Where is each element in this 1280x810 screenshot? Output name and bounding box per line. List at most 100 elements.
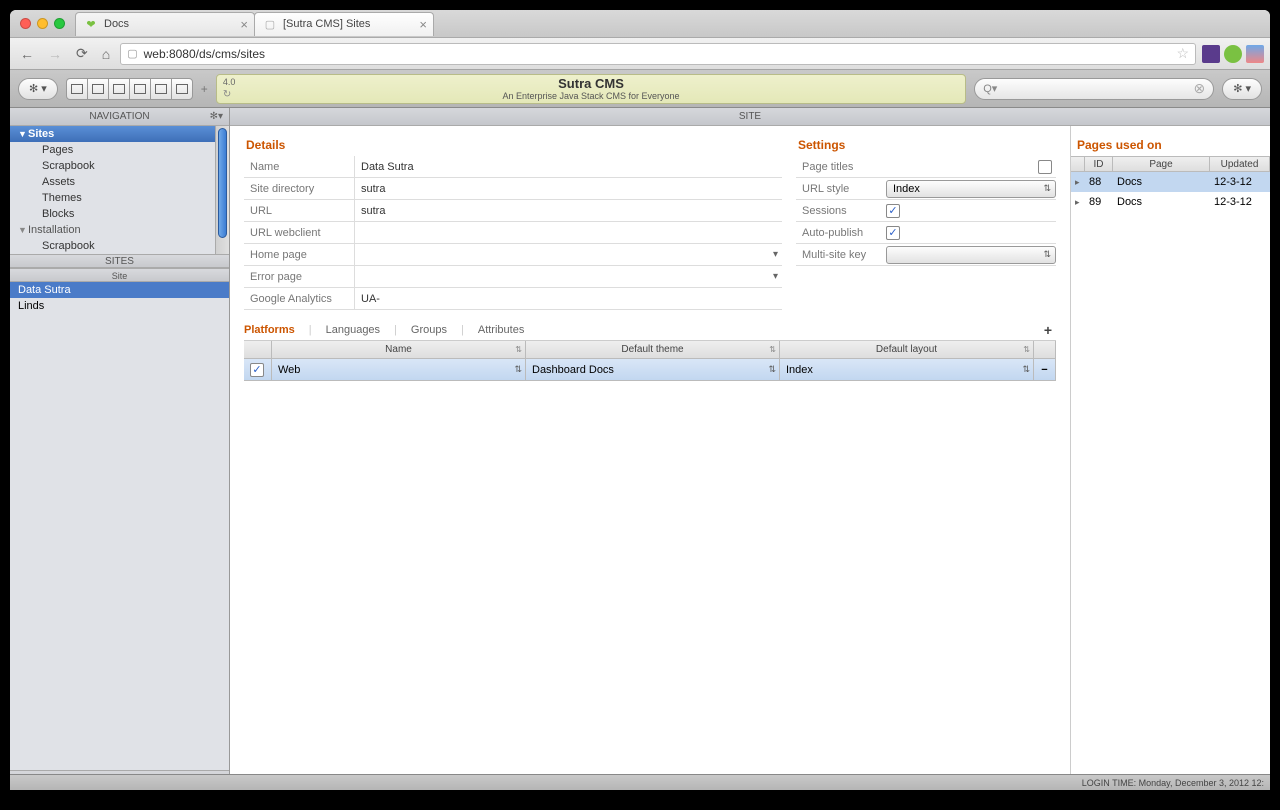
url-text: web:8080/ds/cms/sites	[144, 47, 265, 61]
multisite-select[interactable]	[886, 246, 1056, 264]
platform-layout-cell[interactable]: Index	[780, 359, 1034, 380]
status-bar: LOGIN TIME: Monday, December 3, 2012 12:	[10, 774, 1270, 790]
url-bar[interactable]: ▢ web:8080/ds/cms/sites ☆	[120, 43, 1196, 65]
tree-item-scrapbook[interactable]: Scrapbook	[10, 238, 215, 254]
add-platform-button[interactable]: +	[1044, 322, 1052, 338]
pages-used-row[interactable]: ▸ 89 Docs 12-3-12	[1071, 192, 1270, 212]
add-layout-button[interactable]: +	[201, 82, 208, 96]
divider: |	[309, 324, 312, 336]
tree-group-installation[interactable]: ▼ Installation	[10, 222, 215, 238]
tree-item-blocks[interactable]: Blocks	[10, 206, 215, 222]
tree-item-scrapbook[interactable]: Scrapbook	[10, 158, 215, 174]
label: URL webclient	[244, 227, 354, 239]
pages-used-row[interactable]: ▸ 88 Docs 12-3-12	[1071, 172, 1270, 192]
layout-button[interactable]	[87, 78, 109, 100]
layout-button[interactable]	[66, 78, 88, 100]
column-default-theme[interactable]: Default theme	[526, 341, 780, 358]
tree-item-assets[interactable]: Assets	[10, 174, 215, 190]
field-home-page: Home page ▾	[244, 244, 782, 266]
error-page-select[interactable]: ▾	[354, 266, 782, 287]
close-tab-icon[interactable]: ×	[240, 17, 248, 32]
close-tab-icon[interactable]: ×	[419, 17, 427, 32]
search-input[interactable]: Q▾ ⊗	[974, 78, 1214, 100]
layout-button[interactable]	[171, 78, 193, 100]
field-sessions: Sessions ✓	[796, 200, 1056, 222]
expand-icon[interactable]: ▸	[1071, 197, 1085, 208]
tree-item-pages[interactable]: Pages	[10, 142, 215, 158]
column-check[interactable]	[244, 341, 272, 358]
column-page[interactable]: Page	[1113, 157, 1210, 171]
page-icon: ▢	[127, 47, 137, 60]
site-row[interactable]: Data Sutra	[10, 282, 229, 298]
label: Multi-site key	[796, 249, 886, 261]
column-delete	[1034, 341, 1056, 358]
tree-item-themes[interactable]: Themes	[10, 190, 215, 206]
clear-search-icon[interactable]: ⊗	[1193, 80, 1205, 97]
tab-languages[interactable]: Languages	[326, 324, 380, 336]
scrollbar[interactable]	[215, 126, 229, 254]
page-titles-input[interactable]	[886, 156, 1034, 177]
reload-icon[interactable]: ↻	[223, 89, 231, 100]
extension-icon[interactable]	[1224, 45, 1242, 63]
action-menu-button[interactable]: ✻ ▾	[1222, 78, 1262, 100]
layout-button[interactable]	[150, 78, 172, 100]
column-name[interactable]: Name	[272, 341, 526, 358]
page-icon: ▢	[263, 17, 277, 31]
chevron-down-icon: ▼	[18, 225, 28, 235]
gear-menu-button[interactable]: ✻ ▾	[18, 78, 58, 100]
column-id[interactable]: ID	[1085, 157, 1113, 171]
platform-theme-cell[interactable]: Dashboard Docs	[526, 359, 780, 380]
url-webclient-input[interactable]	[354, 222, 782, 243]
tab-groups[interactable]: Groups	[411, 324, 447, 336]
name-input[interactable]: Data Sutra	[354, 156, 782, 177]
select-value: Index	[893, 183, 920, 195]
divider: |	[394, 324, 397, 336]
forward-button[interactable]: →	[44, 46, 66, 62]
url-input[interactable]: sutra	[354, 200, 782, 221]
home-button[interactable]: ⌂	[98, 46, 114, 62]
field-error-page: Error page ▾	[244, 266, 782, 288]
sessions-checkbox[interactable]: ✓	[886, 204, 900, 218]
platforms-tabs: Platforms | Languages | Groups | Attribu…	[244, 320, 1056, 341]
bookmark-star-icon[interactable]: ☆	[1176, 45, 1189, 62]
label: Name	[244, 161, 354, 173]
browser-tab-docs[interactable]: ❤ Docs ×	[75, 12, 255, 36]
field-google-analytics: Google Analytics UA-	[244, 288, 782, 310]
platform-name-cell[interactable]: Web	[272, 359, 526, 380]
platform-row[interactable]: ✓ Web Dashboard Docs Index −	[244, 359, 1056, 381]
tab-title: Docs	[104, 18, 129, 30]
url-style-select[interactable]: Index	[886, 180, 1056, 198]
sidebar: NAVIGATION ✻▾ ▼ Sites Pages Scrapbook As…	[10, 108, 230, 790]
sites-divider: SITES	[10, 254, 229, 268]
autopublish-checkbox[interactable]: ✓	[886, 226, 900, 240]
back-button[interactable]: ←	[16, 46, 38, 62]
label: Sessions	[796, 205, 886, 217]
extension-icon[interactable]	[1202, 45, 1220, 63]
tree-group-sites[interactable]: ▼ Sites	[10, 126, 215, 142]
site-row[interactable]: Linds	[10, 298, 229, 314]
zoom-window-button[interactable]	[54, 18, 65, 29]
minimize-window-button[interactable]	[37, 18, 48, 29]
tab-platforms[interactable]: Platforms	[244, 324, 295, 336]
ga-input[interactable]: UA-	[354, 288, 782, 309]
home-page-select[interactable]: ▾	[354, 244, 782, 265]
reload-button[interactable]: ⟳	[72, 45, 92, 62]
browser-tab-sutra[interactable]: ▢ [Sutra CMS] Sites ×	[254, 12, 434, 36]
tab-attributes[interactable]: Attributes	[478, 324, 524, 336]
close-window-button[interactable]	[20, 18, 31, 29]
column-default-layout[interactable]: Default layout	[780, 341, 1034, 358]
navigation-header: NAVIGATION ✻▾	[10, 108, 229, 126]
layout-button[interactable]	[129, 78, 151, 100]
page-titles-checkbox[interactable]	[1038, 160, 1052, 174]
expand-icon[interactable]: ▸	[1071, 177, 1085, 188]
extension-icon[interactable]	[1246, 45, 1264, 63]
scrollbar-thumb[interactable]	[218, 128, 227, 238]
row-checkbox[interactable]: ✓	[244, 359, 272, 380]
directory-input[interactable]: sutra	[354, 178, 782, 199]
layout-button[interactable]	[108, 78, 130, 100]
column-updated[interactable]: Updated	[1210, 157, 1270, 171]
extension-icons	[1202, 45, 1264, 63]
nav-gear-icon[interactable]: ✻▾	[210, 111, 223, 122]
delete-row-button[interactable]: −	[1034, 359, 1056, 380]
nav-tree: ▼ Sites Pages Scrapbook Assets Themes Bl…	[10, 126, 229, 254]
